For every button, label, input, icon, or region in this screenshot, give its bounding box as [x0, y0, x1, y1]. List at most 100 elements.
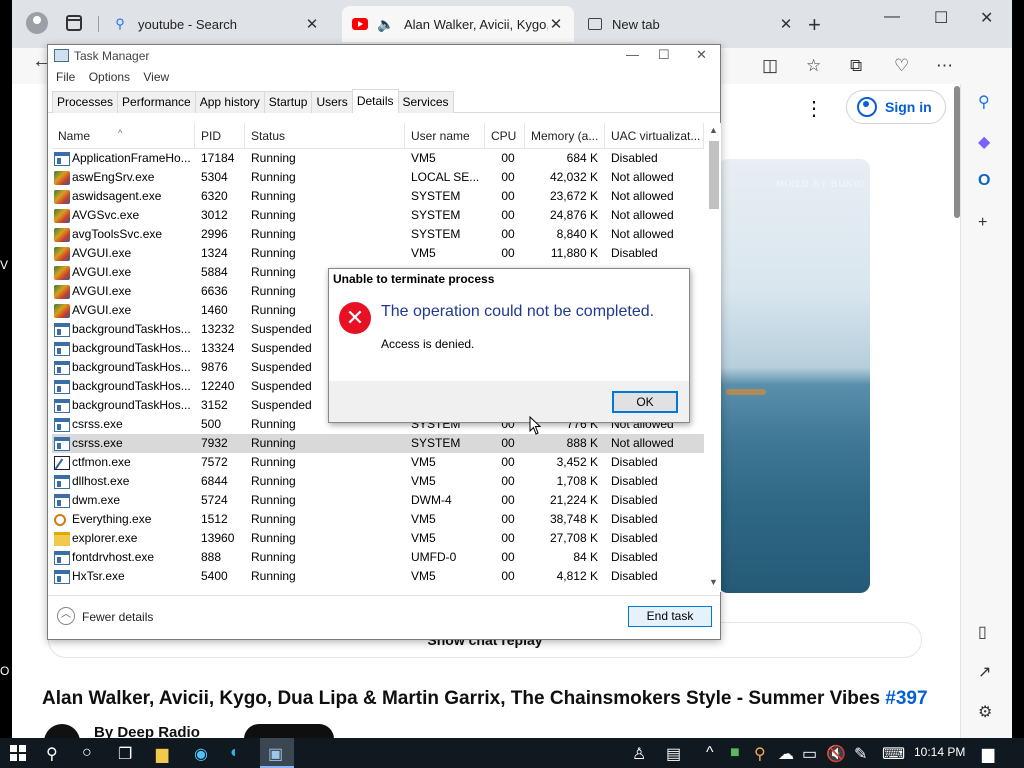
tab-startup[interactable]: Startup [263, 91, 313, 113]
minimize-icon[interactable]: — [626, 47, 639, 62]
keyboard-icon[interactable]: ⌨ [882, 744, 905, 764]
table-row[interactable]: aswidsagent.exe 6320 Running SYSTEM 00 23,672… [52, 187, 704, 206]
page-scrollbar[interactable] [954, 86, 960, 218]
channel-avatar[interactable] [44, 724, 80, 738]
notification-icon[interactable]: ▆ [982, 744, 994, 764]
favorites-icon[interactable]: ☆ [806, 56, 821, 76]
video-hashtag[interactable]: #397 [885, 688, 927, 709]
table-row[interactable]: explorer.exe 13960 Running VM5 00 27,708 K Dis… [52, 529, 704, 548]
process-name: dwm.exe [72, 493, 121, 507]
chevron-up-icon[interactable]: ︿ [57, 607, 75, 625]
tab-youtube-video[interactable]: 🔈 Alan Walker, Avicii, Kygo, D ✕ [342, 6, 574, 42]
more-menu-icon[interactable]: ⋯ [936, 56, 953, 76]
column-header-user-name[interactable]: User name [405, 123, 485, 149]
status-cell: Running [251, 569, 296, 583]
tab-users[interactable]: Users [311, 91, 353, 113]
table-row[interactable]: fontdrvhost.exe 888 Running UMFD-0 00 84 K Dis… [52, 548, 704, 567]
profile-avatar[interactable] [26, 12, 48, 34]
tray-search-icon[interactable]: ⚲ [754, 744, 766, 764]
close-icon[interactable]: ✕ [778, 15, 794, 33]
people-icon[interactable]: ♙ [632, 744, 646, 764]
table-row[interactable]: AVGUI.exe 1324 Running VM5 00 11,880 K Disable… [52, 244, 704, 263]
table-row[interactable]: dllhost.exe 6844 Running VM5 00 1,708 K Disabl… [52, 472, 704, 491]
copilot-icon[interactable]: ◆ [978, 132, 990, 152]
tab-actions-icon[interactable] [66, 15, 82, 31]
table-row[interactable]: HxTsr.exe 5400 Running VM5 00 4,812 K Disabled [52, 567, 704, 586]
video-player[interactable]: MIXED BY BUKOI [718, 159, 870, 593]
external-link-icon[interactable]: ↗ [978, 662, 991, 682]
speaker-icon[interactable]: 🔈 [377, 16, 394, 32]
column-header-status[interactable]: Status [245, 123, 405, 149]
edge-icon[interactable]: ◐ [230, 744, 240, 762]
ok-button[interactable]: OK [612, 391, 678, 413]
scroll-up-icon[interactable]: ▲ [709, 125, 718, 135]
menu-view[interactable]: View [143, 70, 169, 84]
chevron-up-icon[interactable]: ^ [706, 744, 714, 762]
end-task-button[interactable]: End task [628, 606, 712, 627]
column-header-uac[interactable]: UAC virtualizat... [605, 123, 704, 149]
table-row[interactable]: AVGSvc.exe 3012 Running SYSTEM 00 24,876 K Not… [52, 206, 704, 225]
taskbar-clock[interactable]: 10:14 PM [914, 745, 965, 759]
close-icon[interactable]: ✕ [304, 15, 320, 33]
tab-app-history[interactable]: App history [194, 91, 265, 113]
app-icon[interactable]: ◉ [194, 744, 208, 764]
scroll-down-icon[interactable]: ▼ [709, 577, 718, 587]
table-row[interactable]: ApplicationFrameHo... 17184 Running VM5 00 68… [52, 149, 704, 168]
table-row[interactable]: avgToolsSvc.exe 2996 Running SYSTEM 00 8,840 … [52, 225, 704, 244]
pid-cell: 5400 [201, 569, 228, 583]
maximize-icon[interactable]: ☐ [934, 8, 948, 28]
search-icon[interactable]: ⚲ [978, 92, 990, 112]
collections-icon[interactable]: ⧉ [850, 56, 862, 76]
table-row[interactable]: Everything.exe 1512 Running VM5 00 38,748 K Di… [52, 510, 704, 529]
table-row[interactable]: ctfmon.exe 7572 Running VM5 00 3,452 K Disable… [52, 453, 704, 472]
fewer-details-link[interactable]: Fewer details [82, 610, 153, 624]
volume-muted-icon[interactable]: 🔇 [826, 744, 846, 764]
maximize-icon[interactable]: ☐ [658, 47, 670, 63]
table-row[interactable]: dwm.exe 5724 Running DWM-4 00 21,224 K Disable… [52, 491, 704, 510]
cortana-icon[interactable]: ○ [82, 744, 92, 762]
news-icon[interactable]: ▤ [666, 744, 681, 764]
menu-options[interactable]: Options [89, 70, 130, 84]
tab-details[interactable]: Details [351, 89, 399, 113]
column-header-memory[interactable]: Memory (a... [525, 123, 605, 149]
title-bar[interactable]: Task Manager — ☐ ✕ [48, 45, 720, 67]
column-header-pid[interactable]: PID [195, 123, 245, 149]
scroll-thumb[interactable] [709, 141, 719, 209]
network-icon[interactable]: ▭ [802, 744, 817, 764]
sign-in-button[interactable]: Sign in [846, 90, 946, 124]
pen-icon[interactable]: ✎ [854, 744, 867, 764]
close-icon[interactable]: ✕ [548, 15, 564, 33]
menu-file[interactable]: File [56, 70, 75, 84]
more-options-icon[interactable]: ⋮ [804, 96, 824, 121]
split-screen-icon[interactable]: ◫ [762, 56, 778, 76]
close-icon[interactable]: ✕ [696, 47, 707, 63]
sidebar-toggle-icon[interactable]: ▯ [978, 622, 987, 642]
file-explorer-icon[interactable]: ▆ [156, 744, 168, 764]
vertical-scrollbar[interactable]: ▲ ▼ [706, 123, 721, 592]
add-icon[interactable]: + [978, 214, 987, 232]
outlook-icon[interactable]: O [978, 172, 990, 190]
channel-name[interactable]: By Deep Radio [94, 724, 200, 738]
settings-gear-icon[interactable]: ⚙ [978, 702, 992, 722]
heart-pulse-icon[interactable]: ♡ [894, 56, 909, 76]
tab-youtube-search[interactable]: ⚲ youtube - Search ✕ [102, 6, 330, 42]
tab-processes[interactable]: Processes [52, 91, 119, 113]
table-row[interactable]: aswEngSrv.exe 5304 Running LOCAL SE... 00 42,… [52, 168, 704, 187]
minimize-icon[interactable]: — [884, 8, 900, 26]
column-header-name[interactable]: ^ Name [52, 123, 195, 149]
subscribe-button[interactable] [244, 724, 334, 738]
start-windows-icon[interactable] [10, 745, 26, 761]
window-close-icon[interactable]: ✕ [980, 8, 993, 28]
task-view-icon[interactable]: ❐ [118, 744, 132, 764]
tab-services[interactable]: Services [397, 91, 454, 113]
process-name-cell: csrss.exe [54, 415, 194, 434]
cloud-icon[interactable]: ☁ [778, 744, 794, 764]
tray-app-icon[interactable]: ■ [730, 744, 740, 762]
column-header-cpu[interactable]: CPU [485, 123, 525, 149]
search-icon[interactable]: ⚲ [46, 744, 58, 764]
process-window-icon [54, 569, 70, 584]
tab-new-tab[interactable]: New tab ✕ [578, 6, 804, 42]
table-row[interactable]: csrss.exe 7932 Running SYSTEM 00 888 K Not all… [52, 434, 704, 453]
new-tab-plus-icon[interactable]: + [808, 12, 821, 38]
tab-performance[interactable]: Performance [117, 91, 196, 113]
